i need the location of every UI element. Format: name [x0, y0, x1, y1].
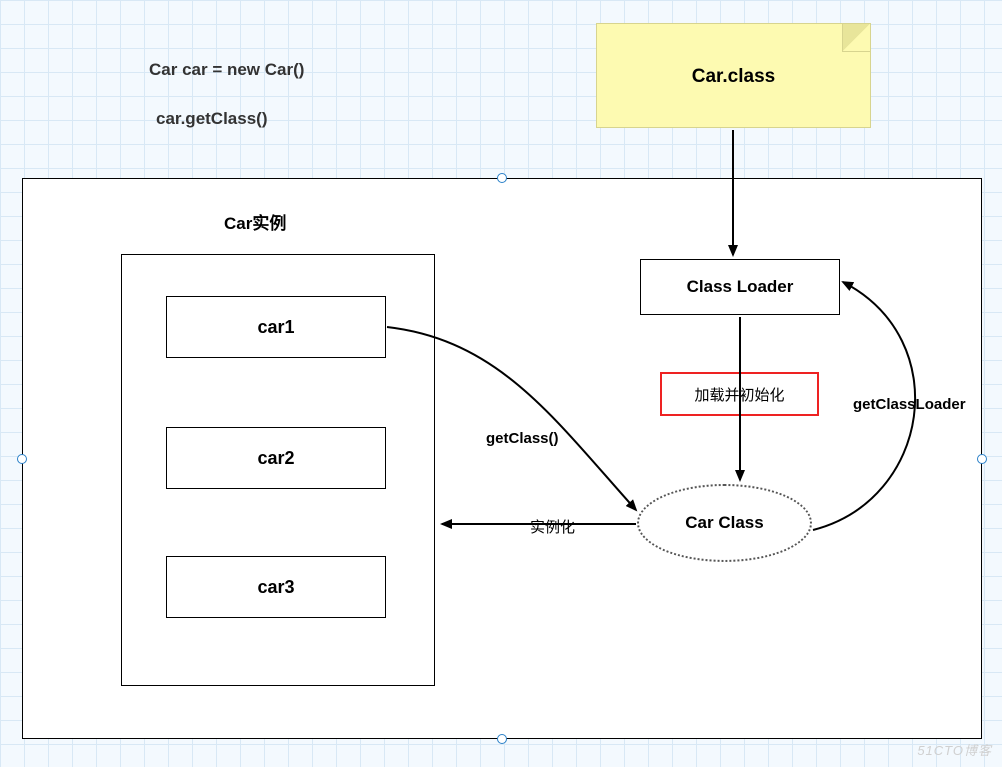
car3-box: car3: [166, 556, 386, 618]
handle-right: [977, 454, 987, 464]
instances-header: Car实例: [224, 209, 286, 234]
sticky-note: Car.class: [596, 23, 871, 128]
car2-label: car2: [257, 448, 294, 469]
sticky-fold-icon: [842, 24, 870, 52]
instantiate-label: 实例化: [530, 516, 575, 537]
car-class-label: Car Class: [685, 513, 763, 533]
load-init-label: 加载并初始化: [694, 384, 784, 405]
code-line-2: car.getClass(): [156, 109, 268, 129]
watermark: 51CTO博客: [917, 740, 992, 759]
car3-label: car3: [257, 577, 294, 598]
load-init-box: 加载并初始化: [660, 372, 819, 416]
handle-left: [17, 454, 27, 464]
car2-box: car2: [166, 427, 386, 489]
handle-bottom: [497, 734, 507, 744]
car1-label: car1: [257, 317, 294, 338]
getclassloader-label: getClassLoader: [853, 396, 966, 413]
getclass-label: getClass(): [486, 430, 559, 447]
handle-top: [497, 173, 507, 183]
code-line-1: Car car = new Car(): [149, 60, 304, 80]
class-loader-label: Class Loader: [687, 277, 794, 297]
car-class-ellipse: Car Class: [637, 484, 812, 562]
car1-box: car1: [166, 296, 386, 358]
sticky-label: Car.class: [597, 66, 870, 88]
class-loader-box: Class Loader: [640, 259, 840, 315]
